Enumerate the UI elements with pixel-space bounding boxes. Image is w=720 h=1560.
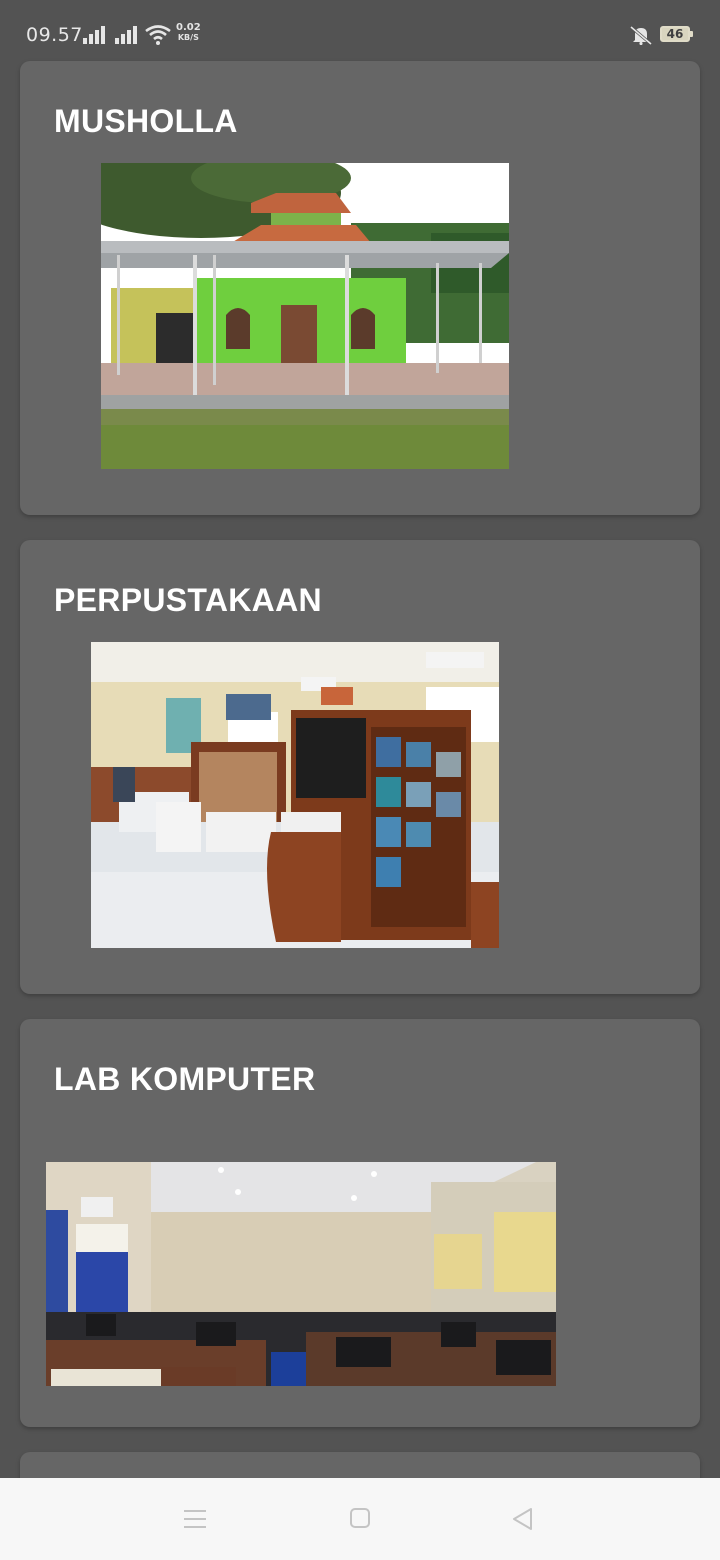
- navigation-bar: [0, 1478, 720, 1560]
- status-bar: 09.57 0.02 KB/S 46: [0, 0, 720, 62]
- facility-card-perpustakaan[interactable]: PERPUSTAKAAN: [20, 540, 700, 994]
- status-time: 09.57: [26, 24, 83, 46]
- perpustakaan-photo[interactable]: [91, 642, 499, 948]
- mute-bell-icon: [630, 25, 652, 45]
- signal-icon: [115, 26, 137, 44]
- battery-tip: [690, 31, 693, 37]
- signal-icon: [83, 26, 105, 44]
- network-speed-unit: KB/S: [177, 33, 199, 42]
- back-icon[interactable]: [511, 1507, 535, 1531]
- facility-card-lab-komputer[interactable]: LAB KOMPUTER: [20, 1019, 700, 1427]
- card-title: MUSHOLLA: [54, 103, 238, 139]
- lab-komputer-photo[interactable]: [46, 1162, 556, 1386]
- battery-icon: 46: [660, 26, 690, 42]
- network-speed-value: 0.02: [176, 22, 201, 33]
- card-title: PERPUSTAKAAN: [54, 582, 322, 618]
- facility-card-musholla[interactable]: MUSHOLLA: [20, 61, 700, 515]
- card-title: LAB KOMPUTER: [54, 1061, 316, 1097]
- wifi-icon: [145, 25, 171, 45]
- home-icon[interactable]: [349, 1507, 371, 1529]
- screen: 09.57 0.02 KB/S 46 MUSHOLLA PERPUSTAKAAN…: [0, 0, 720, 1560]
- battery-level: 46: [666, 27, 684, 41]
- network-speed: 0.02 KB/S: [176, 23, 201, 43]
- musholla-photo[interactable]: [101, 163, 509, 469]
- menu-icon[interactable]: [183, 1507, 207, 1531]
